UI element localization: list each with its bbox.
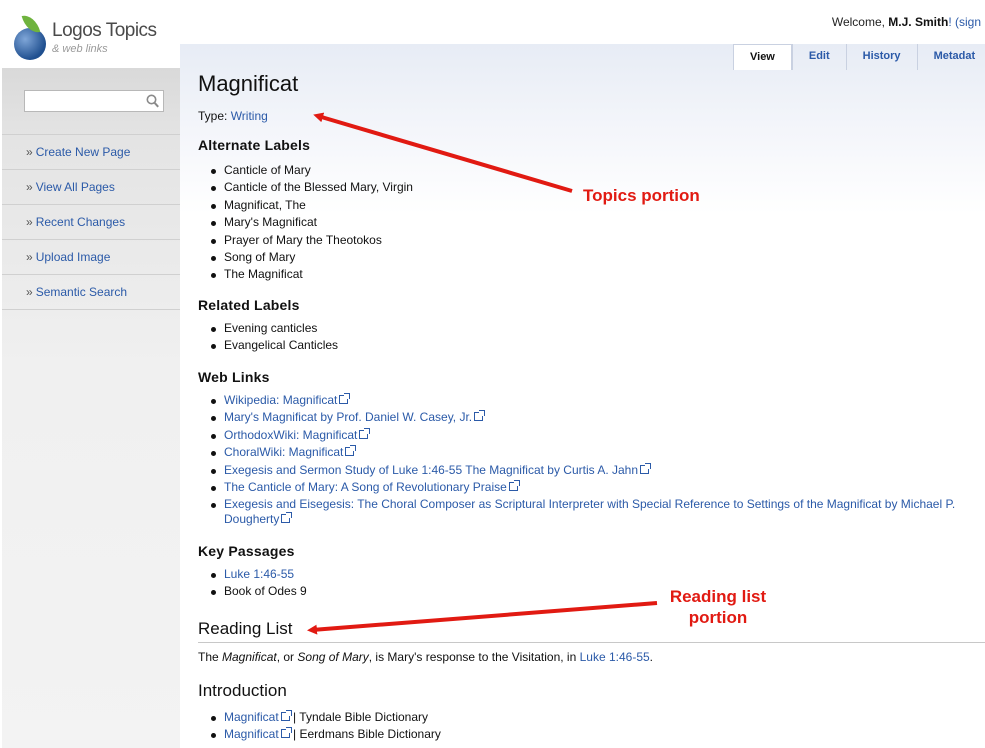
list-item: Exegesis and Eisegesis: The Choral Compo… [198, 496, 985, 527]
tab-metadata[interactable]: Metadat [916, 44, 985, 70]
web-link[interactable]: Wikipedia: Magnificat [224, 393, 337, 407]
external-link-icon [345, 445, 357, 457]
search-icon[interactable] [146, 94, 159, 108]
external-link-icon [280, 727, 292, 739]
list-item: Magnificat | Eerdmans Bible Dictionary [198, 726, 441, 743]
content-area: View Edit History Metadat Magnificat Typ… [180, 44, 985, 748]
list-item: Wikipedia: Magnificat [198, 392, 985, 409]
list-item: Mary's Magnificat [198, 214, 413, 231]
tab-view[interactable]: View [733, 44, 792, 70]
web-link[interactable]: Exegesis and Sermon Study of Luke 1:46-5… [224, 463, 638, 477]
sidebar-item-upload-image[interactable]: » Upload Image [2, 240, 180, 275]
passage-link[interactable]: Luke 1:46-55 [580, 650, 650, 664]
external-link-icon [339, 393, 351, 404]
web-link[interactable]: The Canticle of Mary: A Song of Revoluti… [224, 480, 507, 494]
sidebar-panel: » Create New Page » View All Pages » Recent… [2, 68, 180, 748]
key-passages-list: Luke 1:46-55 Book of Odes 9 [198, 566, 307, 601]
list-item: Song of Mary [198, 249, 413, 266]
search-input[interactable] [24, 90, 164, 112]
reading-list-annotation: Reading list portion [669, 587, 767, 627]
list-item: OrthodoxWiki: Magnificat [198, 427, 985, 444]
web-links-list: Wikipedia: Magnificat Mary's Magnificat … [198, 392, 985, 527]
sign-out-link[interactable]: ! (sign [948, 15, 981, 29]
type-link[interactable]: Writing [231, 109, 268, 123]
list-item: Prayer of Mary the Theotokos [198, 232, 413, 249]
list-item: Magnificat | Tyndale Bible Dictionary [198, 709, 441, 726]
list-item: Mary's Magnificat by Prof. Daniel W. Cas… [198, 409, 985, 426]
page-tabs: View Edit History Metadat [733, 44, 985, 70]
related-labels-section: Related Labels Evening canticles Evangel… [198, 297, 338, 355]
external-link-icon [280, 710, 292, 721]
key-passages-heading: Key Passages [198, 543, 295, 559]
list-item: Evening canticles [198, 320, 338, 337]
related-labels-heading: Related Labels [198, 297, 300, 313]
list-item: Exegesis and Sermon Study of Luke 1:46-5… [198, 462, 985, 479]
type-line: Type: Writing [198, 109, 268, 123]
list-item: Luke 1:46-55 [198, 566, 307, 583]
tab-edit[interactable]: Edit [791, 44, 846, 70]
sidebar-nav: » Create New Page » View All Pages » Recent… [2, 134, 180, 310]
alternate-labels-list: Canticle of Mary Canticle of the Blessed… [198, 162, 413, 284]
list-item: Canticle of Mary [198, 162, 413, 179]
resource-link[interactable]: Magnificat [224, 710, 279, 724]
web-links-section: Web Links Wikipedia: Magnificat Mary's M… [198, 369, 985, 527]
external-link-icon [640, 462, 652, 474]
web-link[interactable]: ChoralWiki: Magnificat [224, 445, 343, 459]
list-item: The Magnificat [198, 266, 413, 283]
alternate-labels-section: Alternate Labels Canticle of Mary Cantic… [198, 137, 413, 284]
web-link[interactable]: OrthodoxWiki: Magnificat [224, 428, 357, 442]
welcome-message: Welcome, M.J. Smith! (sign [831, 15, 981, 29]
web-link[interactable]: Exegesis and Eisegesis: The Choral Compo… [224, 497, 955, 526]
list-item: ChoralWiki: Magnificat [198, 444, 985, 461]
web-link[interactable]: Mary's Magnificat by Prof. Daniel W. Cas… [224, 410, 472, 424]
passage-link[interactable]: Luke 1:46-55 [224, 567, 294, 581]
page-title: Magnificat [198, 71, 299, 96]
topics-portion-annotation: Topics portion [583, 186, 700, 205]
introduction-heading: Introduction [198, 681, 287, 700]
external-link-icon [508, 480, 520, 492]
reading-list-heading: Reading List [198, 619, 293, 638]
related-labels-list: Evening canticles Evangelical Canticles [198, 320, 338, 355]
divider [198, 642, 985, 643]
list-item: Evangelical Canticles [198, 337, 338, 354]
site-title: Logos Topics [52, 20, 157, 41]
web-links-heading: Web Links [198, 369, 270, 385]
introduction-list: Magnificat | Tyndale Bible Dictionary Ma… [198, 709, 441, 744]
list-item: Book of Odes 9 [198, 583, 307, 600]
globe-icon [14, 28, 46, 60]
tab-history[interactable]: History [845, 44, 917, 70]
alternate-labels-heading: Alternate Labels [198, 137, 311, 153]
key-passages-section: Key Passages Luke 1:46-55 Book of Odes 9 [198, 543, 307, 601]
external-link-icon [474, 410, 486, 422]
resource-link[interactable]: Magnificat [224, 727, 279, 741]
sidebar-item-view-all-pages[interactable]: » View All Pages [2, 170, 180, 205]
external-link-icon [281, 512, 293, 524]
external-link-icon [359, 427, 371, 439]
site-subtitle: & web links [52, 43, 108, 55]
list-item: The Canticle of Mary: A Song of Revoluti… [198, 479, 985, 496]
username: M.J. Smith [888, 15, 949, 29]
sidebar-item-create-new-page[interactable]: » Create New Page [2, 135, 180, 170]
sidebar-item-recent-changes[interactable]: » Recent Changes [2, 205, 180, 240]
reading-list-paragraph: The Magnificat, or Song of Mary, is Mary… [198, 650, 654, 664]
list-item: Canticle of the Blessed Mary, Virgin [198, 179, 413, 196]
site-logo[interactable]: Logos Topics & web links [14, 12, 174, 60]
sidebar-item-semantic-search[interactable]: » Semantic Search [2, 275, 180, 310]
list-item: Magnificat, The [198, 197, 413, 214]
sidebar: Logos Topics & web links » Create New Pag… [0, 0, 180, 748]
